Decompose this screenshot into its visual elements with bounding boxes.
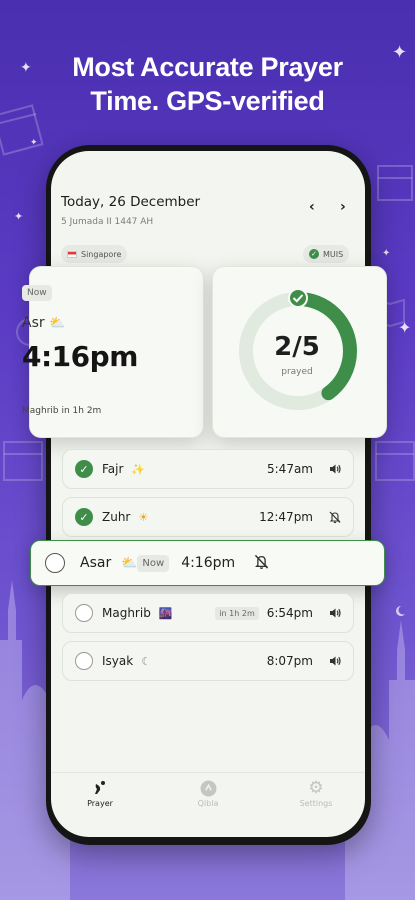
volume-icon[interactable] [327,605,343,621]
progress-count: 2/5 [274,332,320,362]
prayer-name: Isyak [102,654,134,668]
prayer-row-fajr[interactable]: ✓ Fajr ✨ 5:47am [62,449,354,489]
unprayed-circle-icon[interactable] [75,652,93,670]
prayer-time: 4:16pm [181,555,236,571]
kaaba-outline-icon [377,165,413,201]
prayer-name: Asar [80,555,112,571]
prayer-name: Fajr [102,462,124,476]
prayer-row-maghrib[interactable]: Maghrib 🌆 in 1h 2m 6:54pm [62,593,354,633]
volume-icon[interactable] [327,461,343,477]
bell-off-icon[interactable] [253,553,270,574]
promo-headline: Most Accurate Prayer Time. GPS-verified [0,50,415,118]
bell-off-icon[interactable] [327,509,343,525]
prayer-time: 12:47pm [259,510,313,524]
tab-qibla[interactable]: Qibla [173,777,243,808]
method-label: MUIS [323,249,344,259]
unprayed-circle-icon[interactable] [45,553,65,573]
location-chip[interactable]: Singapore [61,245,128,263]
prayer-time: 8:07pm [266,654,313,668]
tab-label: Settings [299,799,333,808]
unprayed-circle-icon[interactable] [75,604,93,622]
prayer-time: 5:47am [267,462,313,476]
dawn-sparkle-icon: ✨ [131,462,146,476]
prayer-icon [65,777,135,799]
check-icon: ✓ [309,249,319,259]
current-prayer-label: Asr [22,315,45,331]
kaaba-outline-icon [3,441,43,481]
sunset-icon: 🌆 [158,606,173,620]
prayer-row-isyak[interactable]: Isyak ☾ 8:07pm [62,641,354,681]
crescent-moon-icon: ☾ [141,654,152,668]
kaaba-outline-icon [375,441,415,481]
volume-icon[interactable] [327,653,343,669]
sun-cloud-icon: ⛅ [49,316,66,331]
method-chip[interactable]: ✓ MUIS [303,245,350,263]
current-prayer-time: 4:16pm [22,340,138,373]
prayer-time: 6:54pm [266,606,313,620]
prayer-name: Maghrib [102,606,151,620]
bottom-tab-bar: Prayer Qibla ⚙ Settings [51,772,365,822]
headline-line-2: Time. GPS-verified [90,86,325,116]
current-prayer-name: Asr ⛅ [22,315,65,331]
phone-screen: Today, 26 December 5 Jumada II 1447 AH ‹… [51,151,365,837]
chevron-right-icon[interactable]: › [340,199,346,215]
gear-icon: ⚙ [308,778,324,798]
promo-stage: ✦ ✦ ✦ ✦ ✦ ✦ Most Accurate Prayer Time. G… [0,0,415,900]
sparkle-icon: ✦ [14,210,24,223]
progress-label: prayed [281,367,313,377]
singapore-flag-icon [67,250,77,258]
tab-label: Qibla [197,799,219,808]
now-tag: Now [137,554,170,572]
sparkle-icon: ✦ [30,138,38,148]
sparkle-icon: ✦ [398,318,412,337]
prayer-row-asar[interactable]: Asar ⛅ Now 4:16pm [30,540,385,586]
sun-icon: ☀ [138,510,149,524]
sun-cloud-icon: ⛅ [121,555,138,571]
hijri-date: 5 Jumada II 1447 AH [61,217,154,227]
headline-line-1: Most Accurate Prayer [72,52,343,82]
compass-icon [173,777,243,799]
prayer-row-zuhr[interactable]: ✓ Zuhr ☀ 12:47pm [62,497,354,537]
sparkle-icon: ✦ [382,248,391,259]
date-title: Today, 26 December [61,194,201,210]
chevron-left-icon[interactable]: ‹ [309,199,315,215]
countdown-tag: in 1h 2m [215,606,259,620]
now-badge: Now [22,285,52,301]
tab-prayer[interactable]: Prayer [65,777,135,808]
location-label: Singapore [81,249,122,259]
prayer-name: Zuhr [102,510,131,524]
prayed-check-icon[interactable]: ✓ [75,460,93,478]
tab-settings[interactable]: ⚙ Settings [281,777,351,808]
progress-check-badge [288,288,308,308]
tab-label: Prayer [87,799,113,808]
prayed-check-icon[interactable]: ✓ [75,508,93,526]
next-prayer-countdown: Maghrib in 1h 2m [22,406,102,416]
